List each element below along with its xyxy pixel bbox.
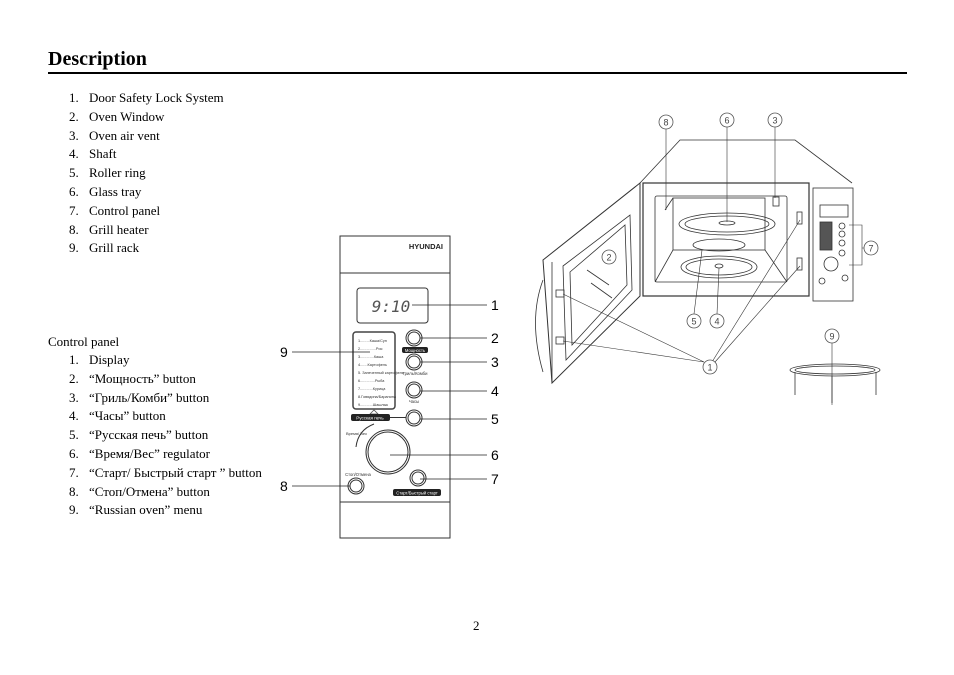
russian-oven-label: Русская печь <box>356 416 384 421</box>
clock-button-inner <box>407 383 421 397</box>
oven-callout-7: 7 <box>868 244 873 254</box>
menu-item: 6..............Рыба <box>358 379 385 383</box>
oven-callout-2: 2 <box>606 253 611 263</box>
page-number: 2 <box>473 618 480 633</box>
shaft <box>714 263 724 269</box>
stop-cancel-label: Стоп/Отмена <box>345 472 371 477</box>
menu-item: 9............Шашлык <box>358 403 388 407</box>
grill-combi-label: Гриль/Комби <box>403 371 428 376</box>
oven-button <box>838 222 846 230</box>
door-window <box>569 224 628 346</box>
oven-top <box>639 139 853 184</box>
time-weight-label: Время/ Вес <box>346 431 367 436</box>
callout-1: 1 <box>491 297 499 313</box>
callout-4: 4 <box>491 383 499 399</box>
lock-slot <box>796 211 803 225</box>
callout-3: 3 <box>491 354 499 370</box>
menu-item: 1.........Каша/Суп <box>358 339 387 343</box>
russian-oven-button-inner <box>407 411 421 425</box>
menu-item: 7............Курица <box>358 387 386 391</box>
time-weight-dial-inner <box>367 431 409 473</box>
menu-item: 3.............Каша <box>358 355 384 359</box>
menu-item: 5. Запеченный картофель <box>358 371 404 375</box>
oven-button <box>838 230 846 238</box>
door-latch <box>555 336 565 345</box>
time-weight-dial[interactable] <box>365 429 411 475</box>
window-reflection <box>586 269 610 286</box>
stop-cancel-button-inner <box>349 479 363 493</box>
oven-callout-5: 5 <box>691 317 696 327</box>
oven-button <box>818 277 826 285</box>
grill-rack-inner <box>794 365 876 375</box>
roller-ring <box>692 238 746 252</box>
oven-callout-1: 1 <box>707 363 712 373</box>
oven-callout-8: 8 <box>663 118 668 128</box>
oven-callout-4: 4 <box>714 317 719 327</box>
oven-callout-line-1 <box>714 265 801 363</box>
start-label: Старт/Быстрый старт <box>396 491 438 496</box>
oven-dial <box>823 256 839 272</box>
brand-logo: HYUNDAI <box>409 242 443 251</box>
callout-2: 2 <box>491 330 499 346</box>
callout-7: 7 <box>491 471 499 487</box>
air-vent <box>772 196 780 207</box>
menu-item: 4.......Картофель <box>358 363 387 367</box>
oven-button <box>838 249 846 257</box>
window-reflection <box>590 282 613 299</box>
callout-8: 8 <box>280 478 288 494</box>
control-panel-figure: HYUNDAI 9:10 1.........Каша/Суп 2.......… <box>280 112 881 539</box>
oven-button <box>841 274 849 282</box>
callout-9: 9 <box>280 344 288 360</box>
oven-display <box>819 204 849 218</box>
oven-menu-block <box>819 221 833 251</box>
clock-label: Часы <box>409 399 419 404</box>
door-latch <box>555 289 565 298</box>
oven-cavity-rear <box>672 197 766 251</box>
oven-callout-9: 9 <box>829 332 834 342</box>
grill-combi-button-inner <box>407 355 421 369</box>
power-button-inner <box>407 331 421 345</box>
door-handle <box>535 279 544 373</box>
menu-item: 8.Говядина/Баранина <box>358 395 397 399</box>
cavity-edge <box>654 249 674 283</box>
menu-pointer-icon <box>369 409 379 415</box>
callout-6: 6 <box>491 447 499 463</box>
power-label: Мощность <box>405 348 426 353</box>
oven-callout-bracket-7 <box>849 224 866 266</box>
start-button-inner <box>411 471 425 485</box>
callout-5: 5 <box>491 411 499 427</box>
cavity-edge <box>764 249 788 283</box>
display-time: 9:10 <box>372 297 411 316</box>
oven-callout-6: 6 <box>724 116 729 126</box>
oven-button <box>838 239 846 247</box>
oven-callout-3: 3 <box>772 116 777 126</box>
menu-item: 2...............Рис <box>358 347 383 351</box>
oven-callout-line-1 <box>711 219 801 363</box>
